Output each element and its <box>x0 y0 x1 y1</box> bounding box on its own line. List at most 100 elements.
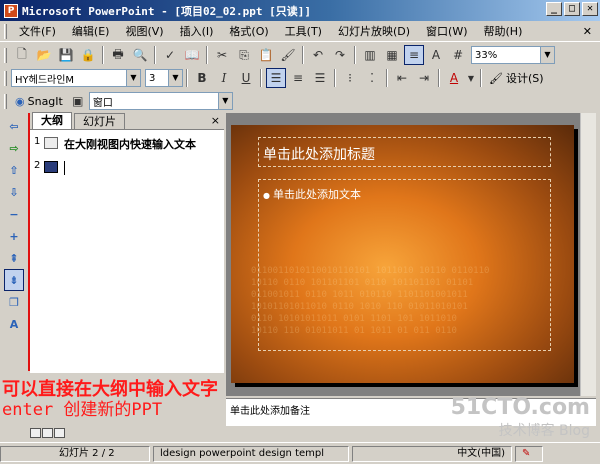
save-icon[interactable]: 💾 <box>56 45 76 65</box>
powerpoint-app-icon[interactable]: P <box>4 3 18 18</box>
open-icon[interactable]: 📂 <box>34 45 54 65</box>
slide-canvas[interactable]: 0110011010110010110101 1011010 10110 011… <box>231 125 574 383</box>
permission-icon[interactable]: 🔒 <box>78 45 98 65</box>
demote-icon[interactable]: ⇨ <box>4 137 24 159</box>
title-placeholder[interactable]: 单击此处添加标题 <box>258 137 551 167</box>
font-size-combo[interactable]: 3 ▼ <box>145 69 183 87</box>
minimize-button[interactable]: _ <box>546 2 562 16</box>
insert-chart-icon[interactable]: ▥ <box>360 45 380 65</box>
print-preview-icon[interactable]: 🔍 <box>130 45 150 65</box>
menu-grip[interactable] <box>4 23 7 39</box>
copy-icon[interactable]: ⎘ <box>234 45 254 65</box>
chevron-down-icon[interactable]: ▼ <box>126 70 140 86</box>
slideshow-icon[interactable] <box>54 428 65 438</box>
move-down-icon[interactable]: ⇩ <box>4 181 24 203</box>
print-icon[interactable]: 🖶 <box>108 45 128 65</box>
spelling-icon[interactable]: ✓ <box>160 45 180 65</box>
outlining-toolbar: ⇦ ⇨ ⇧ ⇩ − + ⇞ ⇟ ❐ A <box>2 115 26 365</box>
format-painter-icon[interactable]: 🖌 <box>278 45 298 65</box>
align-center-icon[interactable]: ≡ <box>288 68 308 88</box>
slide-number: 1 <box>34 136 41 147</box>
numbering-icon[interactable]: ⁝ <box>340 68 360 88</box>
body-placeholder[interactable]: ● 单击此处添加文本 <box>258 179 551 351</box>
bullets-icon[interactable]: ⁚ <box>362 68 382 88</box>
outline-row-1[interactable]: 1 在大刚视图内快速输入文本 <box>30 130 224 154</box>
font-combo[interactable]: HY헤드라인M ▼ <box>11 69 141 87</box>
promote-icon[interactable]: ⇦ <box>4 115 24 137</box>
research-icon[interactable]: 📖 <box>182 45 202 65</box>
standard-toolbar: 🗋 📂 💾 🔒 🖶 🔍 ✓ 📖 ✂ ⎘ 📋 🖌 ↶ ↷ ▥ ▦ ≡ A # 33… <box>0 43 600 67</box>
bullet-icon: ● <box>263 191 270 200</box>
insert-table-icon[interactable]: ▦ <box>382 45 402 65</box>
slide-title-text[interactable]: 在大刚视图内快速输入文本 <box>64 136 204 154</box>
snagit-button[interactable]: ◉ SnagIt <box>11 95 67 108</box>
menu-window[interactable]: 窗口(W) <box>418 23 475 39</box>
slide-icon[interactable] <box>44 161 58 173</box>
toolbar-grip[interactable] <box>4 93 7 109</box>
menu-view[interactable]: 视图(V) <box>117 23 171 39</box>
font-name: HY헤드라인M <box>15 74 75 86</box>
tutorial-annotation: 可以直接在大纲中输入文字 enter 创建新的PPT <box>2 380 218 421</box>
outline-pane: 大纲 幻灯片 × 1 在大刚视图内快速输入文本 2 <box>30 112 224 373</box>
menu-close-icon[interactable]: ✕ <box>575 25 600 38</box>
chevron-down-icon[interactable]: ▼ <box>217 93 232 109</box>
menu-file[interactable]: 文件(F) <box>11 23 64 39</box>
redo-icon[interactable]: ↷ <box>330 45 350 65</box>
increase-indent-icon[interactable]: ⇥ <box>414 68 434 88</box>
align-right-icon[interactable]: ☰ <box>310 68 330 88</box>
move-up-icon[interactable]: ⇧ <box>4 159 24 181</box>
expand-all-side-icon[interactable]: ⇟ <box>4 269 24 291</box>
decrease-indent-icon[interactable]: ⇤ <box>392 68 412 88</box>
menu-format[interactable]: 格式(O) <box>221 23 276 39</box>
expand-all-icon[interactable]: ≡ <box>404 45 424 65</box>
menu-insert[interactable]: 插入(I) <box>172 23 222 39</box>
paste-icon[interactable]: 📋 <box>256 45 276 65</box>
menu-help[interactable]: 帮助(H) <box>476 23 531 39</box>
close-icon[interactable]: × <box>211 114 220 127</box>
separator <box>302 46 304 64</box>
menu-edit[interactable]: 编辑(E) <box>64 23 118 39</box>
cut-icon[interactable]: ✂ <box>212 45 232 65</box>
italic-button[interactable]: I <box>214 68 234 88</box>
menu-tools[interactable]: 工具(T) <box>277 23 330 39</box>
separator <box>334 69 336 87</box>
vertical-scrollbar[interactable] <box>580 113 596 396</box>
font-color-button[interactable]: A <box>444 68 464 88</box>
close-button[interactable]: ✕ <box>582 2 598 16</box>
toolbar-grip[interactable] <box>4 47 7 63</box>
notes-placeholder: 单击此处添加备注 <box>230 406 310 417</box>
design-button[interactable]: 🖌 设计(S) <box>485 70 548 86</box>
tab-outline[interactable]: 大纲 <box>32 112 72 129</box>
expand-icon[interactable]: + <box>4 225 24 247</box>
maximize-button[interactable]: □ <box>564 2 580 16</box>
grid-icon[interactable]: # <box>448 45 468 65</box>
summary-slide-icon[interactable]: ❐ <box>4 291 24 313</box>
menu-slideshow[interactable]: 幻灯片放映(D) <box>330 23 418 39</box>
slide-icon[interactable] <box>44 137 58 149</box>
align-left-icon[interactable]: ☰ <box>266 68 286 88</box>
snagit-capture-icon[interactable]: ▣ <box>68 91 88 111</box>
window-combo[interactable]: 窗口 ▼ <box>88 92 233 110</box>
normal-view-icon[interactable] <box>30 428 41 438</box>
chevron-down-icon[interactable]: ▼ <box>466 68 476 88</box>
spelling-status-icon[interactable]: ✎ <box>515 445 543 462</box>
outline-row-2[interactable]: 2 <box>30 154 224 175</box>
collapse-icon[interactable]: − <box>4 203 24 225</box>
chevron-down-icon[interactable]: ▼ <box>540 47 554 63</box>
chevron-down-icon[interactable]: ▼ <box>168 70 182 86</box>
collapse-all-icon[interactable]: ⇞ <box>4 247 24 269</box>
bold-button[interactable]: B <box>192 68 212 88</box>
underline-button[interactable]: U <box>236 68 256 88</box>
show-formatting-side-icon[interactable]: A <box>4 313 24 335</box>
undo-icon[interactable]: ↶ <box>308 45 328 65</box>
menu-bar: 文件(F) 编辑(E) 视图(V) 插入(I) 格式(O) 工具(T) 幻灯片放… <box>0 21 600 42</box>
slide-sorter-icon[interactable] <box>42 428 53 438</box>
tab-slides[interactable]: 幻灯片 <box>74 113 125 129</box>
new-icon[interactable]: 🗋 <box>12 45 32 65</box>
separator <box>206 46 208 64</box>
design-icon: 🖌 <box>489 71 503 85</box>
status-language: 中文(中国) <box>352 445 512 462</box>
zoom-combo[interactable]: 33% ▼ <box>471 46 555 64</box>
show-formatting-icon[interactable]: A <box>426 45 446 65</box>
toolbar-grip[interactable] <box>4 70 7 86</box>
